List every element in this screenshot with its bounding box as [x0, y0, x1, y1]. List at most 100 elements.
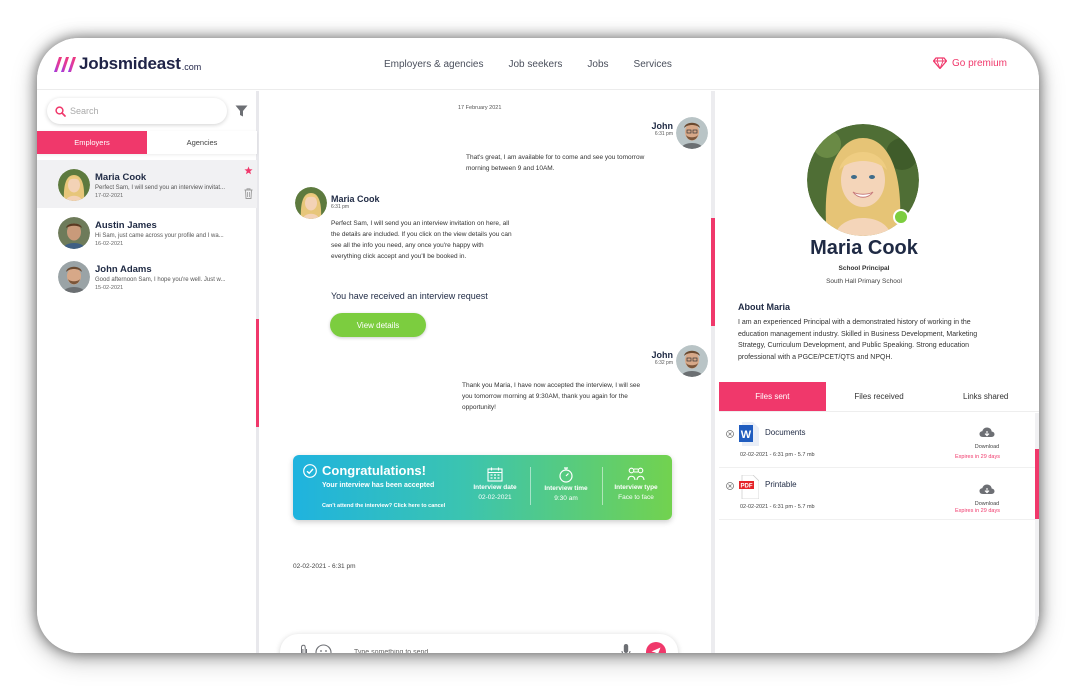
main-nav: Employers & agencies Job seekers Jobs Se… [384, 59, 672, 70]
message-time: 6:31 pm [331, 204, 350, 210]
avatar [676, 117, 708, 149]
files-scrollbar[interactable] [1035, 413, 1039, 653]
nav-job-seekers[interactable]: Job seekers [509, 59, 563, 70]
interview-time-value: 9:30 am [554, 495, 578, 502]
search-box [47, 98, 227, 124]
tab-employers[interactable]: Employers [37, 131, 147, 154]
message-header: Maria Cook 6:31 pm [331, 194, 380, 210]
search-icon [55, 105, 66, 117]
avatar [676, 345, 708, 377]
file-name[interactable]: Printable [765, 480, 797, 489]
interview-date-value: 02-02-2021 [478, 494, 512, 501]
message-body: Perfect Sam, I will send you an intervie… [331, 220, 512, 260]
brand-name: Jobsmideast [79, 54, 181, 73]
divider [602, 467, 603, 505]
message-author: Maria Cook [331, 194, 380, 204]
message-time: 6:31 pm [654, 131, 673, 137]
download-button[interactable]: Download [969, 482, 1005, 507]
download-button[interactable]: Download [969, 425, 1005, 450]
remove-file-icon[interactable] [726, 430, 734, 438]
file-meta: 02-02-2021 - 6:31 pm - 5.7 mb [740, 504, 815, 510]
send-button[interactable] [646, 642, 666, 653]
card-timestamp: 02-02-2021 - 6:31 pm [293, 563, 356, 570]
contact-name: John Adams [95, 264, 152, 275]
message-header: John 6:31 pm [652, 121, 674, 137]
files-tabs: Files sent Files received Links shared [719, 382, 1039, 412]
avatar [295, 187, 327, 219]
nav-jobs[interactable]: Jobs [587, 59, 608, 70]
message-time: 6:32 pm [654, 360, 673, 366]
paperclip-icon[interactable] [299, 644, 309, 653]
profile-school: South Hall Primary School [826, 278, 902, 285]
scrollbar-thumb[interactable] [1035, 449, 1039, 519]
tab-files-sent[interactable]: Files sent [719, 382, 826, 411]
interview-date-label: Interview date [473, 484, 517, 491]
app-window: Jobsmideast .com Employers & agencies Jo… [37, 38, 1039, 653]
face-to-face-icon [627, 467, 645, 481]
about-text: I am an experienced Principal with a dem… [738, 319, 978, 361]
remove-file-icon[interactable] [726, 482, 734, 490]
microphone-icon[interactable] [621, 643, 631, 653]
contact-preview: Good afternoon Sam, I hope you're well. … [95, 277, 226, 283]
interview-date: Interview date 02-02-2021 [463, 467, 527, 501]
svg-text:W: W [741, 429, 752, 441]
sidebar-tabs: Employers Agencies [37, 131, 257, 154]
chat-scrollbar[interactable] [711, 218, 715, 326]
trash-icon[interactable] [244, 188, 253, 199]
brand-logo[interactable]: Jobsmideast .com [52, 54, 201, 74]
chat-panel: 17 February 2021 John 6:31 pm That's gre… [259, 91, 715, 653]
tab-links-shared[interactable]: Links shared [932, 382, 1039, 411]
interview-accepted-card: Congratulations! Your interview has been… [293, 455, 672, 520]
message-body: Thank you Maria, I have now accepted the… [462, 382, 641, 411]
file-name[interactable]: Documents [765, 428, 805, 437]
file-row: PDF Printable 02-02-2021 - 6:31 pm - 5.7… [719, 470, 1035, 520]
contact-date: 15-02-2021 [95, 285, 124, 291]
message-composer [280, 634, 678, 653]
interview-type: Interview type Face to face [604, 467, 668, 501]
contact-date: 17-02-2021 [95, 193, 124, 199]
tab-agencies[interactable]: Agencies [147, 131, 257, 154]
download-label: Download [974, 444, 1000, 450]
view-details-button[interactable]: View details [330, 313, 426, 337]
contact-preview: Perfect Sam, I will send you an intervie… [95, 185, 226, 191]
logo-mark-icon [54, 56, 76, 72]
profile-panel: Maria Cook School Principal South Hall P… [719, 91, 1039, 653]
interview-request-text: You have received an interview request [331, 291, 488, 301]
contact-item[interactable]: Maria Cook Perfect Sam, I will send you … [37, 160, 257, 208]
avatar [58, 169, 90, 201]
conversations-sidebar: Employers Agencies Maria Cook Perfect Sa… [37, 91, 259, 653]
top-header: Jobsmideast .com Employers & agencies Jo… [37, 38, 1039, 90]
emoji-icon[interactable] [315, 644, 332, 653]
contact-name: Austin James [95, 220, 157, 231]
profile-name: Maria Cook [810, 237, 918, 259]
calendar-icon [487, 467, 503, 482]
filter-icon[interactable] [235, 105, 248, 117]
go-premium-label: Go premium [951, 57, 1007, 69]
expiry-text: Expires in 29 days [955, 508, 1000, 514]
about-heading: About Maria [738, 302, 791, 312]
nav-employers-agencies[interactable]: Employers & agencies [384, 59, 484, 70]
message-author: John [651, 121, 674, 131]
message-body: That's great, I am available for to come… [466, 154, 645, 172]
search-input[interactable] [70, 106, 210, 116]
stopwatch-icon [559, 467, 573, 483]
diamond-icon [932, 57, 947, 69]
contact-item[interactable]: Austin James Hi Sam, just came across yo… [37, 208, 257, 256]
message-header: John 6:32 pm [652, 350, 674, 366]
file-row: W Documents 02-02-2021 - 6:31 pm - 5.7 m… [719, 418, 1035, 468]
star-icon[interactable] [244, 166, 253, 175]
avatar [58, 261, 90, 293]
congrats-subtitle: Your interview has been accepted [322, 482, 435, 489]
online-status-indicator [893, 209, 909, 225]
tab-files-received[interactable]: Files received [826, 382, 933, 411]
cancel-interview-link[interactable]: Can't attend the interview? Click here t… [322, 503, 445, 509]
nav-services[interactable]: Services [634, 59, 672, 70]
contact-name: Maria Cook [95, 172, 147, 183]
go-premium-link[interactable]: Go premium [932, 57, 1007, 69]
interview-type-label: Interview type [614, 484, 658, 491]
contact-date: 16-02-2021 [95, 241, 124, 247]
message-input[interactable] [354, 649, 604, 653]
interview-time-label: Interview time [544, 485, 588, 492]
contact-item[interactable]: John Adams Good afternoon Sam, I hope yo… [37, 252, 257, 300]
check-circle-icon [303, 464, 317, 478]
